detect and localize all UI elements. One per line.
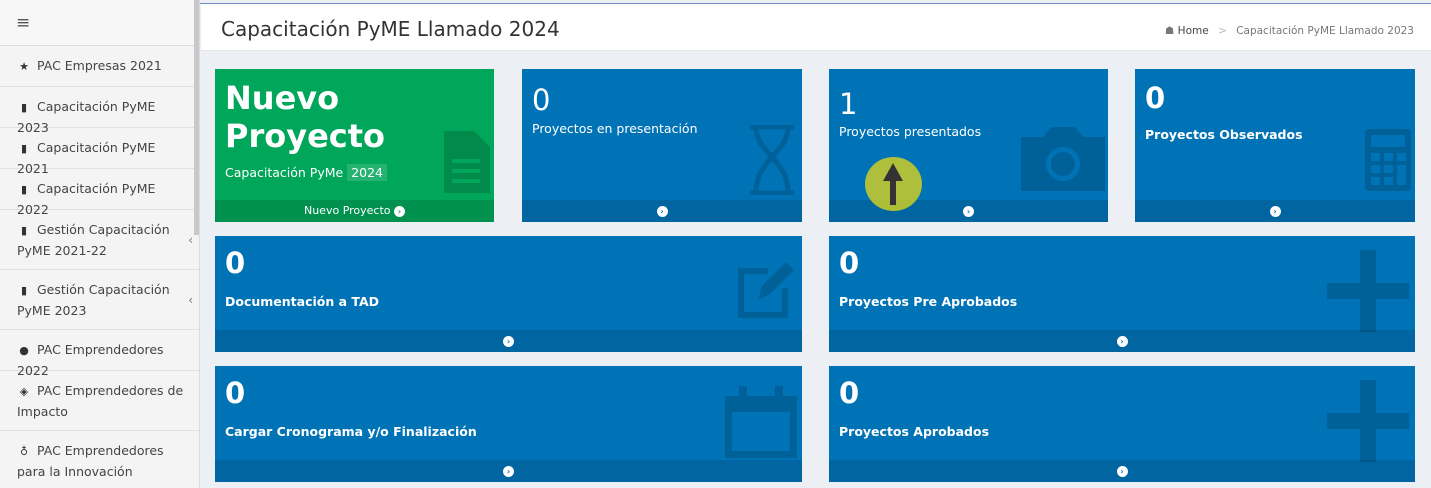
card-footer[interactable]: ›: [829, 200, 1108, 222]
star-icon: ★: [19, 60, 29, 73]
card-footer[interactable]: ›: [1135, 200, 1415, 222]
cursor-highlight: [865, 157, 922, 211]
card-footer[interactable]: ›: [522, 200, 802, 222]
card-count: 0: [1145, 81, 1166, 115]
card-count: 0: [839, 246, 860, 280]
book-icon: ▮: [20, 183, 28, 196]
arrow-up-icon: [883, 163, 903, 205]
breadcrumb-separator: >: [1218, 25, 1227, 37]
card-count: 0: [225, 246, 246, 280]
bars-icon[interactable]: ≡: [16, 13, 30, 33]
sidebar-toggle[interactable]: ≡: [0, 0, 199, 46]
card-label: Proyectos en presentación: [532, 121, 698, 136]
card-footer[interactable]: ›: [215, 460, 802, 482]
card-proyectos-en-presentacion[interactable]: 0 Proyectos en presentación ›: [522, 69, 802, 222]
card-nuevo-proyecto[interactable]: Nuevo Proyecto Capacitación PyMe 2024 Nu…: [215, 69, 494, 222]
card-label: Proyectos presentados: [839, 124, 982, 139]
book-icon: ▮: [20, 101, 28, 114]
book-icon: ▮: [20, 224, 28, 237]
sidebar-item-label: Gestión Capacitación PyME 2021-22: [17, 222, 170, 258]
breadcrumb: ☗ Home > Capacitación PyME Llamado 2023: [1165, 25, 1414, 37]
book-icon: ▮: [20, 284, 28, 297]
card-label: Documentación a TAD: [225, 294, 380, 309]
camera-icon: [1021, 127, 1105, 191]
card-footer-nuevo-proyecto[interactable]: Nuevo Proyecto ›: [215, 200, 494, 222]
eye-icon: ◈: [19, 385, 29, 398]
sidebar-item-pac-innovacion[interactable]: ♁ PAC Emprendedores para la Innovación: [0, 431, 199, 488]
card-label: Proyectos Pre Aprobados: [839, 294, 1018, 309]
card-count: 0: [225, 376, 246, 410]
arrow-circle-right-icon: ›: [503, 465, 514, 477]
plus-icon: [1327, 250, 1409, 332]
card-proyectos-pre-aprobados[interactable]: 0 Proyectos Pre Aprobados ›: [829, 236, 1415, 352]
page-title: Capacitación PyME Llamado 2024: [221, 17, 560, 41]
check-circle-icon: ●: [19, 344, 29, 357]
arrow-circle-right-icon: ›: [1116, 335, 1128, 347]
arrow-circle-right-icon: ›: [963, 205, 974, 217]
card-label: Proyectos Observados: [1145, 127, 1303, 142]
sidebar-item-capacitacion-2022[interactable]: ▮ Capacitación PyME 2022: [0, 169, 199, 217]
sidebar-item-label: PAC Empresas 2021: [37, 58, 162, 73]
card-title-line1: Nuevo: [225, 79, 340, 117]
sidebar-item-gestion-2021-22[interactable]: ▮ Gestión Capacitación PyME 2021-22 ‹: [0, 210, 199, 270]
card-label: Proyectos Aprobados: [839, 424, 990, 439]
chevron-left-icon[interactable]: ‹: [188, 290, 193, 310]
sidebar-item-capacitacion-2021[interactable]: ▮ Capacitación PyME 2021: [0, 128, 199, 176]
card-footer[interactable]: ›: [829, 330, 1415, 352]
card-title-line2: Proyecto: [225, 117, 386, 155]
card-subtitle: Capacitación PyMe 2024: [225, 163, 387, 182]
card-proyectos-aprobados[interactable]: 0 Proyectos Aprobados ›: [829, 366, 1415, 482]
lightbulb-icon: ♁: [19, 445, 29, 458]
sidebar-scrollbar[interactable]: [194, 0, 199, 235]
card-count: 0: [839, 376, 860, 410]
arrow-circle-right-icon: ›: [394, 205, 406, 217]
card-footer-label: Nuevo Proyecto: [303, 204, 391, 217]
hourglass-icon: [750, 125, 794, 195]
card-cargar-cronograma[interactable]: 0 Cargar Cronograma y/o Finalización ›: [215, 366, 802, 482]
arrow-circle-right-icon: ›: [503, 335, 514, 347]
sidebar-item-gestion-2023[interactable]: ▮ Gestión Capacitación PyME 2023 ‹: [0, 270, 199, 330]
arrow-circle-right-icon: ›: [1116, 465, 1128, 477]
sidebar-item-label: Gestión Capacitación PyME 2023: [17, 282, 170, 318]
card-title: Nuevo Proyecto: [225, 79, 385, 155]
calculator-icon: [1365, 129, 1411, 191]
card-proyectos-observados[interactable]: 0 Proyectos Observados ›: [1135, 69, 1415, 222]
document-icon: [444, 131, 490, 193]
card-documentacion-tad[interactable]: 0 Documentación a TAD ›: [215, 236, 802, 352]
breadcrumb-home[interactable]: Home: [1178, 25, 1209, 37]
card-count: 1: [839, 87, 858, 121]
chevron-left-icon[interactable]: ‹: [188, 230, 193, 250]
plus-icon: [1327, 380, 1409, 462]
card-count: 0: [532, 83, 551, 117]
card-footer[interactable]: ›: [215, 330, 802, 352]
card-subtitle-year: 2024: [347, 164, 387, 181]
sidebar: ≡ ★ PAC Empresas 2021 ▮ Capacitación PyME …: [0, 0, 200, 488]
sidebar-item-pac-empresas-2021[interactable]: ★ PAC Empresas 2021: [0, 46, 199, 87]
card-subtitle-prefix: Capacitación PyMe: [225, 165, 344, 180]
card-label: Cargar Cronograma y/o Finalización: [225, 424, 477, 439]
home-icon[interactable]: ☗: [1165, 25, 1174, 37]
sidebar-item-label: PAC Emprendedores de Impacto: [17, 383, 184, 419]
card-footer[interactable]: ›: [829, 460, 1415, 482]
edit-icon: [738, 262, 794, 318]
calendar-icon: [725, 386, 797, 458]
breadcrumb-current: Capacitación PyME Llamado 2023: [1236, 25, 1414, 37]
sidebar-item-pac-emprendedores-2022[interactable]: ● PAC Emprendedores 2022: [0, 330, 199, 378]
arrow-circle-right-icon: ›: [1269, 205, 1281, 217]
sidebar-item-pac-impacto[interactable]: ◈ PAC Emprendedores de Impacto: [0, 371, 199, 431]
book-icon: ▮: [20, 142, 28, 155]
sidebar-item-label: PAC Emprendedores para la Innovación: [17, 443, 164, 479]
content-header: Capacitación PyME Llamado 2024 ☗ Home > …: [201, 4, 1431, 51]
sidebar-item-capacitacion-2023[interactable]: ▮ Capacitación PyME 2023: [0, 87, 199, 135]
arrow-circle-right-icon: ›: [656, 205, 668, 217]
